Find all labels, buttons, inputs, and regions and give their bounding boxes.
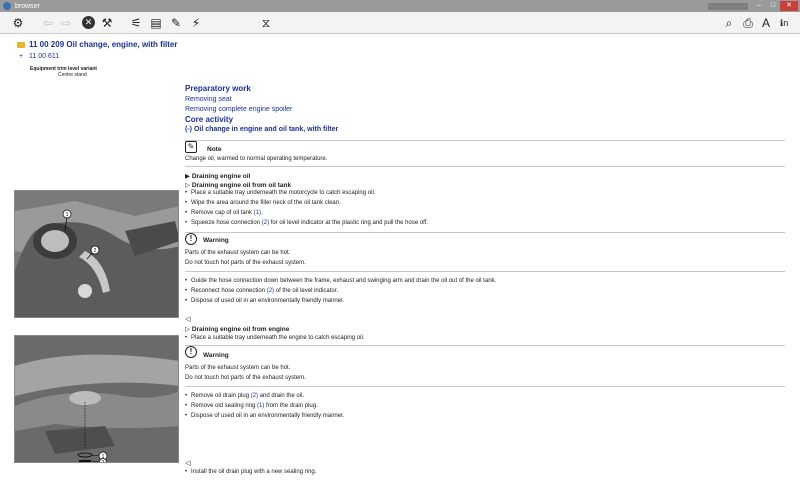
folder-icon (17, 41, 25, 48)
wrench-icon[interactable]: ⚟ (128, 15, 144, 31)
stop-icon[interactable]: ✕ (82, 16, 95, 29)
text-size-icon[interactable]: A (758, 15, 774, 31)
note-label: Note (207, 146, 222, 153)
list-item: • Remove old sealing ring (1) from the dr… (185, 403, 318, 409)
account-field[interactable] (708, 2, 748, 10)
oil-drain-figure: 1 2 (14, 335, 179, 463)
core-activity-heading: Core activity (185, 115, 234, 124)
note-text: Change oil, warmed to normal operating t… (185, 156, 328, 162)
figure1-callout-1: 1 (66, 212, 69, 218)
figure2-callout-2: 2 (102, 460, 105, 463)
list-item: • Install the oil drain plug with a new s… (185, 469, 317, 475)
sub-operation-code[interactable]: 11 00 611 (29, 53, 59, 60)
preparatory-work-heading: Preparatory work (185, 84, 251, 93)
core-activity-link[interactable]: (-) Oil change in engine and oil tank, w… (185, 126, 338, 133)
mechanic-icon[interactable]: ⚙ (10, 15, 26, 31)
content-area: 11 00 209 Oil change, engine, with filte… (0, 35, 800, 481)
print-icon[interactable]: ⎙ (740, 15, 756, 31)
page-title: 11 00 209 Oil change, engine, with filte… (29, 40, 178, 49)
callout-ref-1[interactable]: (1) (254, 210, 261, 216)
maximize-button[interactable]: □ (766, 1, 780, 11)
note-icon: ✎ (185, 141, 197, 153)
sub-operation[interactable]: + 11 00 611 (17, 53, 317, 60)
warning-text: Do not touch hot parts of the exhaust sy… (185, 375, 306, 381)
list-item: • Place a suitable tray underneath the en… (185, 335, 365, 341)
list-item: • Remove oil drain plug (2) and drain the… (185, 393, 305, 399)
title-bar: browser – □ ✕ (0, 0, 800, 12)
document-header: 11 00 209 Oil change, engine, with filte… (17, 40, 317, 60)
list-item: • Reconnect hose connection (2) of the oi… (185, 288, 339, 294)
minimize-button[interactable]: – (752, 1, 766, 11)
screwdriver-icon[interactable]: ⚡ (188, 15, 204, 31)
list-item: • Guide the hose connection down between … (185, 278, 497, 284)
back-arrow-icon[interactable]: ◁ (185, 315, 190, 323)
draining-from-engine-heading: ▷ Draining engine oil from engine (185, 326, 290, 333)
back-icon[interactable]: ⇦ (40, 15, 56, 31)
variant-value: Centre stand (58, 72, 87, 78)
plus-icon: + (18, 53, 24, 60)
oil-tank-figure: 1 2 (14, 190, 179, 318)
app-icon (3, 2, 11, 10)
list-item: • Place a suitable tray underneath the mo… (185, 190, 376, 196)
tools-icon[interactable]: ⚒ (99, 15, 115, 31)
list-item: • Remove cap of oil tank (1). (185, 210, 263, 216)
callout-ref-2[interactable]: (2) (251, 393, 258, 399)
warning-label: Warning (203, 352, 229, 359)
window-title: browser (15, 2, 40, 10)
warning-text: Parts of the exhaust system can be hot. (185, 365, 291, 371)
draining-engine-oil-heading: ▶ Draining engine oil (185, 173, 251, 180)
warning-text: Parts of the exhaust system can be hot. (185, 250, 291, 256)
forward-icon[interactable]: ⇨ (58, 15, 74, 31)
document-icon[interactable]: ▤ (148, 15, 164, 31)
close-button[interactable]: ✕ (780, 1, 798, 11)
warning-label: Warning (203, 237, 229, 244)
list-item: • Squeeze hose connection (2) for oil lev… (185, 220, 429, 226)
warning-icon: ! (185, 233, 197, 245)
connector-icon[interactable]: ✎ (168, 15, 184, 31)
callout-ref-2[interactable]: (2) (262, 220, 269, 226)
list-item: • Dispose of used oil in an environmental… (185, 298, 345, 304)
info-icon[interactable]: ℹn (776, 15, 792, 31)
warning-text: Do not touch hot parts of the exhaust sy… (185, 260, 306, 266)
list-item: • Wipe the area around the filler neck of… (185, 200, 341, 206)
back-arrow-icon[interactable]: ◁ (185, 459, 190, 467)
list-item: • Dispose of used oil in an environmental… (185, 413, 345, 419)
toolbar: ⚙ ⇦ ⇨ ✕ ⚒ ⚟ ▤ ✎ ⚡ ⧖ ⌕ ⎙ A ℹn (0, 12, 800, 34)
callout-ref-2[interactable]: (2) (267, 288, 274, 294)
warning-icon: ! (185, 346, 197, 358)
search-icon[interactable]: ⌕ (721, 15, 737, 31)
figure1-callout-2: 2 (94, 248, 97, 254)
draining-from-tank-heading: ▷ Draining engine oil from oil tank (185, 182, 292, 189)
removing-spoiler-link[interactable]: Removing complete engine spoiler (185, 106, 292, 113)
filter-icon[interactable]: ⧖ (258, 15, 274, 31)
removing-seat-link[interactable]: Removing seat (185, 96, 232, 103)
